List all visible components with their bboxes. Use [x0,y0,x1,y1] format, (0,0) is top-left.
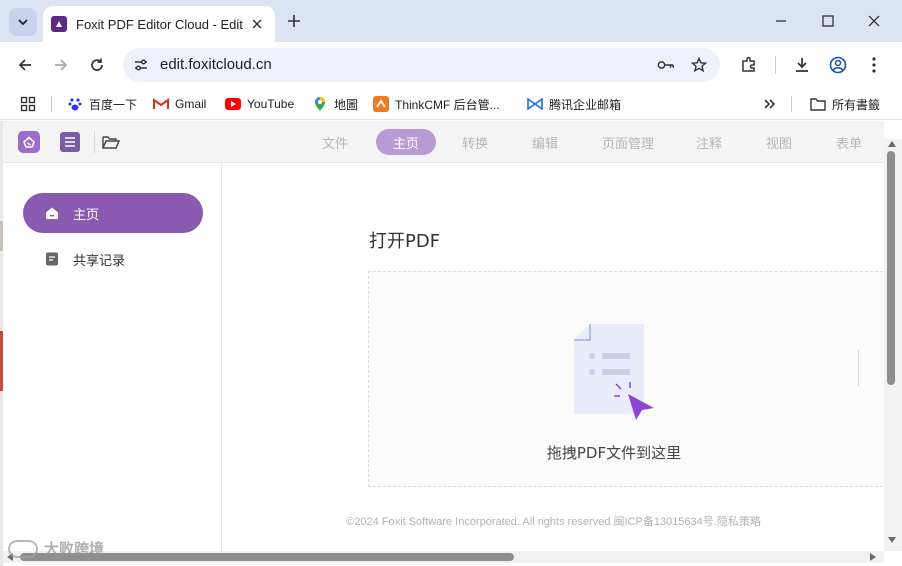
bookmarks-bar: 百度一下 Gmail YouTube 地圖 ThinkCMF 后台管... 腾讯… [0,88,902,120]
chevron-down-icon [18,19,28,26]
tab-view[interactable]: 视图 [752,129,806,155]
document-drop-icon [574,324,654,420]
copyright-footer: ©2024 Foxit Software Incorporated. All r… [346,516,761,528]
bookmarks-divider-right [791,93,792,115]
plus-icon [288,15,300,27]
scroll-right-icon[interactable] [870,553,876,561]
sidebar-item-label: 主页 [73,207,100,223]
browser-tab-bar: Foxit PDF Editor Cloud - Edit [0,0,902,42]
bookmark-label: 百度一下 [89,97,138,112]
tab-search-button[interactable] [9,8,37,36]
bookmarks-overflow-icon[interactable] [763,93,777,115]
apps-grid-icon[interactable] [20,93,36,115]
bookmark-label: Gmail [175,97,207,111]
site-info-icon[interactable] [132,56,150,74]
bookmark-star-icon[interactable] [690,56,708,74]
sidebar-item-label: 共享记录 [73,253,126,269]
forward-button[interactable] [49,53,73,77]
bookmark-baidu[interactable]: 百度一下 [67,93,137,115]
youtube-icon [225,96,241,112]
maximize-icon [822,15,834,27]
bookmark-label: ThinkCMF 后台管... [395,97,500,112]
app-toolbar-divider [94,131,95,153]
thinkcmf-icon [373,96,389,112]
bookmark-tencent-mail[interactable]: 腾讯企业邮箱 [527,93,621,115]
tab-form[interactable]: 表单 [822,129,876,155]
minimize-icon [776,20,786,22]
close-icon [868,15,880,27]
bookmark-label: 腾讯企业邮箱 [549,97,622,112]
sidebar-item-home[interactable]: 主页 [23,193,203,233]
more-menu-icon[interactable] [862,53,886,77]
home-icon [45,206,59,220]
drop-hint-text: 拖拽PDF文件到这里 [546,444,682,462]
close-window-button[interactable] [852,7,896,35]
extensions-icon[interactable] [737,53,761,77]
watermark-text: 大败跨境 [44,540,105,558]
tab-convert[interactable]: 转换 [448,129,502,155]
profile-avatar-icon[interactable] [826,53,850,77]
browser-tab[interactable]: Foxit PDF Editor Cloud - Edit [43,6,275,42]
bookmark-maps[interactable]: 地圖 [312,93,358,115]
address-bar[interactable]: edit.foxitcloud.cn [123,48,720,82]
tab-close-icon[interactable] [249,16,265,32]
download-icon[interactable] [790,53,814,77]
tab-comment[interactable]: 注释 [682,129,736,155]
tab-page-management[interactable]: 页面管理 [588,129,668,155]
tab-edit[interactable]: 编辑 [518,129,572,155]
bookmark-youtube[interactable]: YouTube [225,93,294,115]
tab-file[interactable]: 文件 [308,129,362,155]
sidebar-item-share-history[interactable]: 共享记录 [23,239,203,279]
minimize-button[interactable] [759,7,803,35]
watermark: 大败跨境 [8,538,104,559]
tab-home[interactable]: 主页 [376,129,436,155]
arrow-left-icon [18,59,31,71]
main-content: 打开PDF 拖拽PDF文件到这里 ©2024 Foxit Software In… [223,163,898,553]
tencent-mail-icon [527,96,543,112]
new-tab-button[interactable] [284,11,304,31]
pdf-drop-zone[interactable]: 拖拽PDF文件到这里 [368,271,898,487]
open-pdf-title: 打开PDF [369,231,441,252]
maximize-button[interactable] [806,7,850,35]
vertical-scroll-thumb[interactable] [887,151,895,385]
bookmark-label: 地圖 [334,97,359,112]
arrow-right-icon [55,59,68,71]
watermark-logo-icon [8,539,38,558]
app-toolbar: 文件 主页 转换 编辑 页面管理 注释 视图 表单 [0,121,884,163]
foxit-favicon-icon [51,16,67,32]
folder-icon [810,96,826,112]
bookmark-thinkcmf[interactable]: ThinkCMF 后台管... [373,93,500,115]
reload-icon [91,58,103,71]
scroll-up-icon[interactable] [888,141,896,147]
baidu-icon [67,96,83,112]
gmail-icon [153,96,169,112]
drop-zone-divider [858,350,859,386]
maps-icon [312,96,328,112]
bookmark-gmail[interactable]: Gmail [153,93,206,115]
bookmarks-divider [51,96,52,112]
bookmark-label: YouTube [247,97,295,111]
horizontal-scrollbar[interactable] [3,551,884,563]
back-button[interactable] [13,53,37,77]
vertical-scrollbar[interactable] [884,139,902,551]
password-key-icon[interactable] [657,56,675,74]
document-icon [45,252,59,266]
open-folder-icon[interactable] [101,132,121,152]
foxit-home-icon[interactable] [18,131,40,153]
sidebar: 主页 共享记录 [3,163,222,553]
reload-button[interactable] [85,53,109,77]
url-text: edit.foxitcloud.cn [160,56,272,73]
hamburger-menu-icon[interactable] [60,132,80,152]
tab-title: Foxit PDF Editor Cloud - Edit [76,16,243,32]
all-bookmarks-button[interactable]: 所有書籤 [810,93,880,115]
toolbar-divider [775,56,776,74]
browser-toolbar: edit.foxitcloud.cn [0,42,902,88]
all-bookmarks-label: 所有書籤 [832,97,881,112]
scroll-down-icon[interactable] [888,537,896,543]
